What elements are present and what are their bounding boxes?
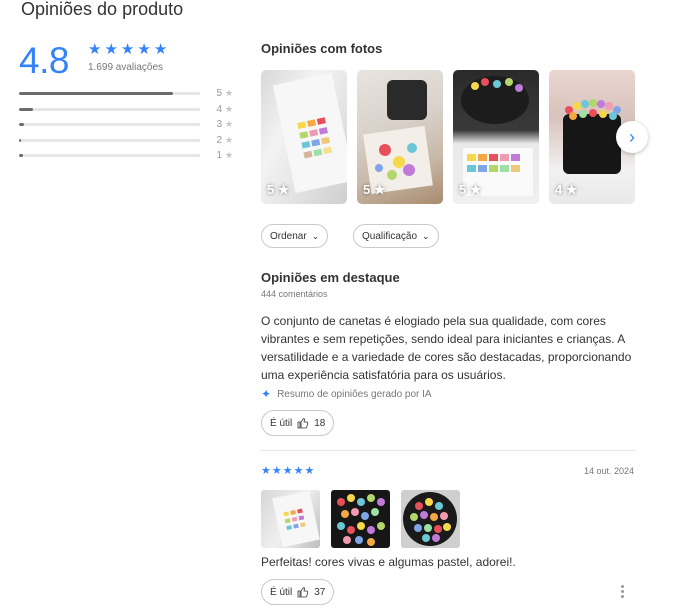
rating-filter-label: Qualificação — [362, 230, 418, 242]
useful-count: 18 — [314, 417, 326, 429]
distribution-label: 1 — [216, 150, 222, 162]
ai-note: ✦ Resumo de opiniões gerado por IA — [261, 387, 432, 401]
useful-button[interactable]: É útil 37 — [261, 579, 335, 605]
carousel-next-button[interactable]: › — [616, 121, 648, 153]
star-icon: ★ — [293, 465, 304, 477]
rating-stars: ★ ★ ★ ★ ★ — [88, 42, 167, 57]
photo-content — [272, 490, 320, 548]
photo-score: 4 ★ — [555, 182, 578, 197]
distribution-fill — [19, 123, 25, 127]
review-photo-thumbnail[interactable] — [401, 490, 460, 548]
order-dropdown[interactable]: Ordenar ⌄ — [261, 224, 329, 248]
distribution-label: 5 — [216, 88, 222, 100]
review-text: Perfeitas! cores vivas e algumas pastel,… — [261, 555, 516, 569]
rating-distribution: 5 ★ 4 ★ 3 ★ 2 ★ 1 ★ — [19, 86, 234, 164]
photo-score: 5 ★ — [459, 182, 482, 197]
more-options-icon[interactable] — [621, 585, 624, 598]
review-photo[interactable]: 5 ★ — [453, 70, 539, 204]
star-icon: ★ — [153, 41, 168, 58]
thumbs-up-icon — [297, 587, 309, 598]
star-icon: ★ — [225, 103, 234, 114]
photos-section-title: Opiniões com fotos — [261, 41, 383, 56]
distribution-fill — [19, 92, 173, 96]
order-label: Ordenar — [270, 230, 307, 242]
thumbs-up-icon — [297, 418, 309, 429]
distribution-label: 4 — [216, 103, 222, 115]
star-icon: ★ — [282, 465, 293, 477]
star-icon: ★ — [304, 465, 315, 477]
star-icon: ★ — [225, 134, 234, 145]
distribution-bar — [19, 92, 200, 96]
distribution-row-2[interactable]: 2 ★ — [19, 133, 234, 149]
star-icon: ★ — [88, 41, 102, 58]
rating-count: 1.699 avaliações — [88, 62, 164, 73]
review-photo-thumbnail[interactable] — [261, 490, 320, 548]
photo-content — [337, 494, 385, 546]
distribution-row-3[interactable]: 3 ★ — [19, 117, 234, 133]
photo-score: 5 ★ — [267, 182, 290, 197]
star-icon: ★ — [120, 41, 135, 58]
rating-filter-dropdown[interactable]: Qualificação ⌄ — [353, 224, 439, 248]
star-icon: ★ — [271, 465, 282, 477]
featured-title: Opiniões em destaque — [261, 270, 400, 285]
star-icon: ★ — [225, 119, 234, 130]
ai-summary: O conjunto de canetas é elogiado pela su… — [261, 314, 632, 382]
comments-count: 444 comentários — [261, 289, 328, 299]
distribution-fill — [19, 138, 22, 142]
review-photo[interactable]: 5 ★ — [261, 70, 347, 204]
review-date: 14 out. 2024 — [584, 466, 635, 476]
distribution-bar — [19, 138, 200, 142]
rating-score: 4.8 — [19, 40, 69, 81]
review-photo[interactable]: 5 ★ — [357, 70, 443, 204]
ai-note-text: Resumo de opiniões gerado por IA — [277, 388, 432, 400]
distribution-bar — [19, 107, 200, 111]
distribution-label: 3 — [216, 119, 222, 131]
review-stars: ★ ★ ★ ★ ★ — [261, 464, 314, 479]
useful-label: É útil — [270, 417, 293, 429]
star-icon: ★ — [225, 150, 234, 161]
distribution-row-4[interactable]: 4 ★ — [19, 102, 234, 118]
useful-button[interactable]: É útil 18 — [261, 410, 335, 436]
chevron-right-icon: › — [629, 126, 635, 147]
photo-score: 5 ★ — [363, 182, 386, 197]
star-icon: ★ — [137, 41, 151, 58]
star-icon: ★ — [225, 88, 234, 99]
star-icon: ★ — [104, 41, 118, 58]
useful-label: É útil — [270, 586, 293, 598]
useful-count: 37 — [314, 586, 326, 598]
chevron-down-icon: ⌄ — [311, 230, 320, 241]
distribution-fill — [19, 107, 34, 111]
distribution-row-5[interactable]: 5 ★ — [19, 86, 234, 102]
distribution-label: 2 — [216, 134, 222, 146]
chevron-down-icon: ⌄ — [422, 230, 430, 241]
distribution-bar — [19, 123, 200, 127]
page-title: Opiniões do produto — [21, 0, 184, 19]
review-photo-thumbnail[interactable] — [331, 490, 390, 548]
divider — [261, 450, 635, 451]
review-photos — [261, 490, 460, 548]
star-icon: ★ — [261, 465, 271, 477]
sparkle-icon: ✦ — [261, 387, 272, 401]
photo-content — [403, 492, 457, 546]
distribution-bar — [19, 154, 200, 158]
distribution-row-1[interactable]: 1 ★ — [19, 148, 234, 164]
photo-carousel: 5 ★ 5 ★ 5 ★ 4 ★ — [261, 70, 635, 204]
distribution-fill — [19, 154, 23, 158]
